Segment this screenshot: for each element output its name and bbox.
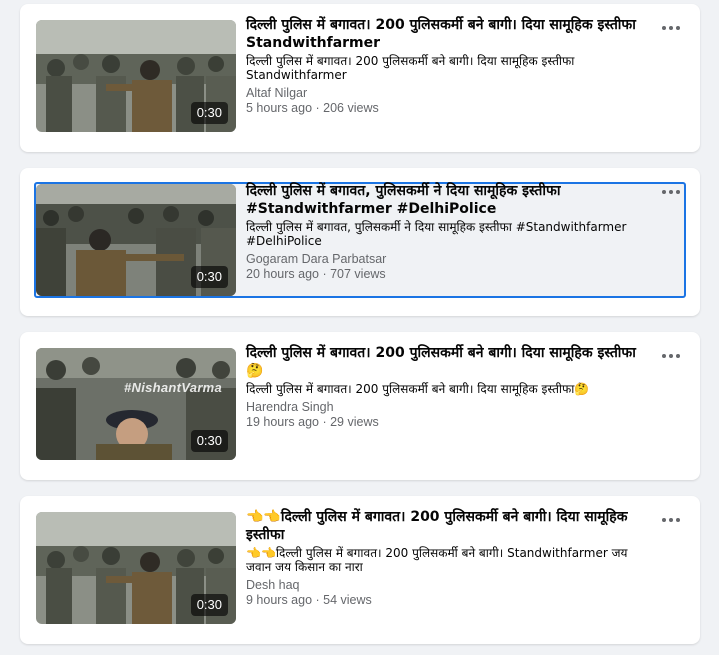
- video-duration-badge: 0:30: [190, 594, 228, 616]
- video-meta: 9 hours ago · 54 views: [246, 593, 372, 607]
- video-duration-badge: 0:30: [190, 430, 228, 452]
- video-result-content: 0:30 दिल्ली पुलिस में बगावत, पुलिसकर्मी …: [34, 182, 686, 298]
- video-meta: 5 hours ago · 206 views: [246, 101, 379, 115]
- video-text: दिल्ली पुलिस में बगावत। 200 पुलिसकर्मी ब…: [246, 16, 656, 116]
- video-result-content: 0:30 👈👈दिल्ली पुलिस में बगावत। 200 पुलिस…: [20, 496, 700, 644]
- more-options-button[interactable]: [662, 350, 682, 362]
- video-description: 👈👈दिल्ली पुलिस में बगावत। 200 पुलिसकर्मी…: [246, 546, 628, 574]
- more-options-button[interactable]: [662, 22, 682, 34]
- video-thumbnail[interactable]: 0:30: [36, 512, 236, 624]
- video-duration-badge: 0:30: [190, 266, 228, 288]
- video-thumbnail[interactable]: 0:30: [36, 20, 236, 132]
- video-result-card-focused[interactable]: 0:30 दिल्ली पुलिस में बगावत, पुलिसकर्मी …: [20, 168, 700, 316]
- video-author[interactable]: Gogaram Dara Parbatsar: [246, 252, 656, 267]
- video-title[interactable]: दिल्ली पुलिस में बगावत। 200 पुलिसकर्मी ब…: [246, 16, 656, 52]
- more-horizontal-icon: [662, 26, 666, 30]
- video-duration-badge: 0:30: [190, 102, 228, 124]
- video-result-content: #NishantVarma 0:30 दिल्ली पुलिस में बगाव…: [20, 332, 700, 480]
- more-options-button[interactable]: [662, 514, 682, 526]
- more-horizontal-icon: [662, 518, 666, 522]
- video-title[interactable]: दिल्ली पुलिस में बगावत, पुलिसकर्मी ने दि…: [246, 182, 656, 218]
- video-thumbnail[interactable]: #NishantVarma 0:30: [36, 348, 236, 460]
- video-description: दिल्ली पुलिस में बगावत। 200 पुलिसकर्मी ब…: [246, 54, 575, 82]
- video-title[interactable]: दिल्ली पुलिस में बगावत। 200 पुलिसकर्मी ब…: [246, 344, 656, 380]
- video-results-feed: 0:30 दिल्ली पुलिस में बगावत। 200 पुलिसकर…: [0, 0, 719, 655]
- video-title[interactable]: 👈👈दिल्ली पुलिस में बगावत। 200 पुलिसकर्मी…: [246, 508, 656, 544]
- video-result-content: 0:30 दिल्ली पुलिस में बगावत। 200 पुलिसकर…: [20, 4, 700, 152]
- video-result-card[interactable]: 0:30 👈👈दिल्ली पुलिस में बगावत। 200 पुलिस…: [20, 496, 700, 644]
- video-description: दिल्ली पुलिस में बगावत। 200 पुलिसकर्मी ब…: [246, 382, 590, 396]
- video-author[interactable]: Harendra Singh: [246, 400, 656, 415]
- video-text: दिल्ली पुलिस में बगावत। 200 पुलिसकर्मी ब…: [246, 344, 656, 430]
- more-options-button[interactable]: [662, 186, 682, 198]
- video-description: दिल्ली पुलिस में बगावत, पुलिसकर्मी ने दि…: [246, 220, 627, 248]
- video-author[interactable]: Altaf Nilgar: [246, 86, 656, 101]
- video-meta: 20 hours ago · 707 views: [246, 267, 386, 281]
- video-meta: 19 hours ago · 29 views: [246, 415, 379, 429]
- video-text: दिल्ली पुलिस में बगावत, पुलिसकर्मी ने दि…: [246, 182, 656, 282]
- video-watermark-text: #NishantVarma: [124, 380, 223, 395]
- more-horizontal-icon: [662, 354, 666, 358]
- more-horizontal-icon: [662, 190, 666, 194]
- video-result-card[interactable]: #NishantVarma 0:30 दिल्ली पुलिस में बगाव…: [20, 332, 700, 480]
- video-author[interactable]: Desh haq: [246, 578, 656, 593]
- video-thumbnail[interactable]: 0:30: [36, 184, 236, 296]
- video-result-card[interactable]: 0:30 दिल्ली पुलिस में बगावत। 200 पुलिसकर…: [20, 4, 700, 152]
- video-text: 👈👈दिल्ली पुलिस में बगावत। 200 पुलिसकर्मी…: [246, 508, 656, 608]
